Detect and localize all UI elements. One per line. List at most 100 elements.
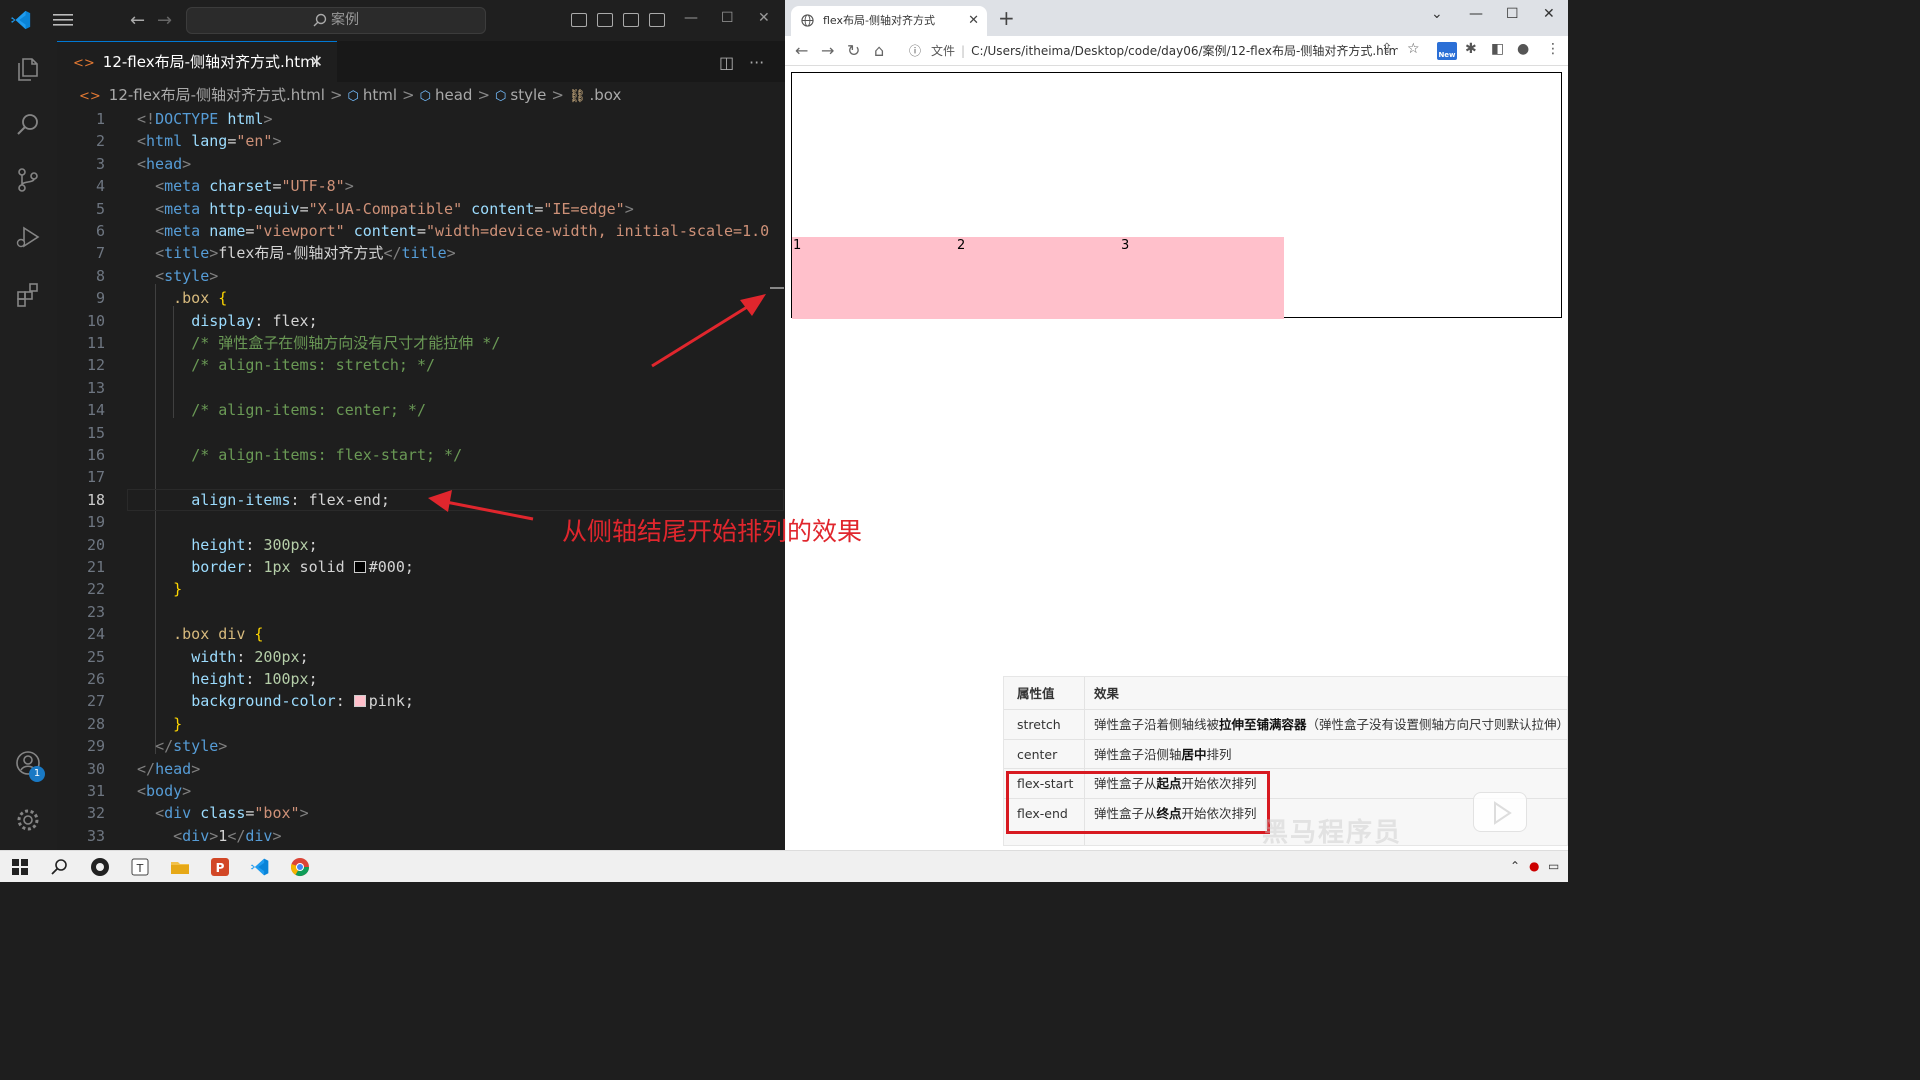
profile-icon[interactable]: ● xyxy=(1517,41,1529,57)
forward-icon[interactable]: → xyxy=(821,41,834,60)
code-line: 33 <div>1</div> xyxy=(86,826,282,845)
windows-start-icon[interactable] xyxy=(10,857,30,877)
address-url: C:/Users/itheima/Desktop/code/day06/案例/1… xyxy=(971,44,1398,58)
code-line: 32 <div class="box"> xyxy=(86,804,309,823)
color-swatch[interactable] xyxy=(353,695,366,708)
code-line: 1 <!DOCTYPE html> xyxy=(95,110,273,128)
address-bar[interactable]: ⓘ 文件 | C:/Users/itheima/Desktop/code/day06… xyxy=(901,39,1398,63)
back-icon[interactable]: ← xyxy=(130,10,145,31)
close-window-icon[interactable]: ✕ xyxy=(758,10,770,26)
code-line: 16 /* align-items: flex-start; */ xyxy=(86,446,463,464)
vscode-titlebar: ← → 案例 — ☐ ✕ xyxy=(0,0,785,41)
run-debug-icon[interactable] xyxy=(14,223,42,251)
code-line: 5 <meta http-equiv="X-UA-Compatible" con… xyxy=(95,199,634,218)
back-icon[interactable]: ← xyxy=(795,41,808,60)
tab-current-file[interactable]: <> 12-flex布局-侧轴对齐方式.html ✕ xyxy=(57,41,337,82)
toggle-secondary-sidebar-icon[interactable] xyxy=(623,13,639,27)
code-line: 13 xyxy=(86,378,105,397)
vscode-logo-icon xyxy=(10,10,31,30)
chevron-right-icon: > xyxy=(329,86,343,104)
customize-layout-icon[interactable] xyxy=(649,13,665,27)
explorer-icon[interactable] xyxy=(14,55,42,83)
more-actions-icon[interactable]: ··· xyxy=(749,53,764,72)
code-line: 2 <html lang="en"> xyxy=(95,132,282,151)
play-icon[interactable] xyxy=(1473,792,1527,832)
command-center-search[interactable]: 案例 xyxy=(186,7,486,34)
browser-tab[interactable]: flex布局-侧轴对齐方式 ✕ xyxy=(791,6,987,36)
table-header: 属性值 效果 xyxy=(1017,686,1120,701)
minimize-icon[interactable]: — xyxy=(1469,6,1483,22)
obs-app-icon[interactable] xyxy=(90,857,110,877)
address-scheme: 文件 xyxy=(931,44,956,58)
more-menu-icon[interactable]: ⋮ xyxy=(1546,41,1560,57)
vscode-window: ← → 案例 — ☐ ✕ 1 <> 12-flex布局-侧轴对齐方式.html … xyxy=(0,0,785,850)
code-line: 28 } xyxy=(86,714,183,733)
selector-icon: ⛓ xyxy=(568,89,586,104)
bookmark-star-icon[interactable]: ☆ xyxy=(1407,41,1420,57)
tray-app-icon[interactable]: ● xyxy=(1529,859,1539,873)
menu-icon[interactable] xyxy=(53,13,73,27)
maximize-icon[interactable]: ☐ xyxy=(721,10,734,26)
new-tab-icon[interactable]: + xyxy=(998,6,1015,30)
close-window-icon[interactable]: ✕ xyxy=(1543,6,1555,22)
flex-item-2: 2 xyxy=(956,237,1120,319)
code-line: 24 .box div { xyxy=(86,625,264,644)
share-icon[interactable]: ⇪ xyxy=(1381,41,1393,57)
code-line: 27 background-color: pink; xyxy=(86,692,414,711)
chevron-right-icon: > xyxy=(551,86,564,104)
home-icon[interactable]: ⌂ xyxy=(874,41,884,60)
code-line: 22 } xyxy=(86,580,183,599)
toggle-sidebar-icon[interactable] xyxy=(571,13,587,27)
info-icon[interactable]: ⓘ xyxy=(909,39,921,63)
flex-box-container: 1 2 3 xyxy=(791,72,1562,319)
restore-icon[interactable]: ☐ xyxy=(1506,6,1519,22)
file-explorer-icon[interactable] xyxy=(170,857,190,877)
search-icon[interactable] xyxy=(50,857,70,877)
notification-icon[interactable]: ▭ xyxy=(1548,859,1559,873)
breadcrumb: <> 12-flex布局-侧轴对齐方式.html > ⬡ html > ⬡ head > ⬡ sty… xyxy=(57,82,785,108)
html-file-icon: <> xyxy=(79,89,101,104)
breadcrumb-style[interactable]: style xyxy=(510,86,546,104)
svg-text:T: T xyxy=(136,862,144,875)
extensions-icon[interactable] xyxy=(14,280,42,308)
close-tab-icon[interactable]: ✕ xyxy=(310,42,323,82)
vscode-taskbar-icon[interactable] xyxy=(250,857,270,877)
flex-item-1: 1 xyxy=(792,237,956,319)
code-line: 21 border: 1px solid #000; xyxy=(86,558,414,576)
close-tab-icon[interactable]: ✕ xyxy=(968,6,979,36)
gear-icon[interactable] xyxy=(14,806,42,834)
source-control-icon[interactable] xyxy=(14,166,42,194)
minimize-icon[interactable]: — xyxy=(684,10,698,26)
code-line: 25 width: 200px; xyxy=(86,647,309,666)
tray-expand-icon[interactable]: ⌃ xyxy=(1510,859,1520,873)
flex-item-3: 3 xyxy=(1120,237,1284,319)
typora-app-icon[interactable]: T xyxy=(130,857,150,877)
code-editor[interactable]: 1 <!DOCTYPE html> 2 <html lang="en"> 3 <hea… xyxy=(57,108,785,850)
highlight-box xyxy=(1006,771,1270,834)
color-swatch[interactable] xyxy=(353,561,366,573)
activity-bar: 1 xyxy=(0,41,57,850)
powerpoint-icon[interactable]: P xyxy=(210,857,230,877)
forward-icon[interactable]: → xyxy=(157,10,172,31)
code-line: 7 <title>flex布局-侧轴对齐方式</title> xyxy=(95,244,456,263)
browser-window: flex布局-侧轴对齐方式 ✕ + ⌄ — ☐ ✕ ← → ↻ ⌂ ⓘ 文件 | C… xyxy=(785,0,1568,850)
side-panel-icon[interactable]: ◧ xyxy=(1491,41,1504,57)
code-line: 29 </style> xyxy=(86,737,228,756)
code-line: 15 xyxy=(86,423,105,442)
chrome-taskbar-icon[interactable] xyxy=(290,857,310,877)
scrollbar-marker[interactable] xyxy=(770,287,784,289)
extension-new-badge[interactable]: New xyxy=(1437,42,1457,60)
breadcrumb-html[interactable]: html xyxy=(363,86,397,104)
search-icon xyxy=(313,13,327,27)
breadcrumb-file[interactable]: 12-flex布局-侧轴对齐方式.html xyxy=(109,86,325,104)
reload-icon[interactable]: ↻ xyxy=(847,41,860,60)
toggle-panel-icon[interactable] xyxy=(597,13,613,27)
split-editor-icon[interactable]: ◫ xyxy=(719,53,734,72)
breadcrumb-head[interactable]: head xyxy=(435,86,472,104)
watermark-text: 黑马程序员 xyxy=(1262,818,1403,848)
extensions-puzzle-icon[interactable]: ✱ xyxy=(1465,41,1477,57)
tab-search-icon[interactable]: ⌄ xyxy=(1431,6,1443,22)
search-sidebar-icon[interactable] xyxy=(14,111,42,139)
code-line: 3 <head> xyxy=(95,154,192,173)
breadcrumb-box[interactable]: .box xyxy=(589,86,621,104)
